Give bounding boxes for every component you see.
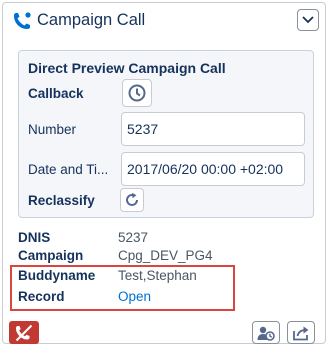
record-link[interactable]: Open [118,289,151,304]
dnis-value: 5237 [118,230,149,245]
collapse-button[interactable] [297,9,319,31]
agent-status-button[interactable] [252,321,280,344]
campaign-value: Cpg_DEV_PG4 [118,248,213,263]
phone-icon [11,10,33,32]
datetime-field[interactable] [121,152,305,186]
reclassify-label: Reclassify [28,193,95,208]
number-field[interactable] [121,112,305,146]
number-label: Number [28,122,77,137]
card-title: Direct Preview Campaign Call [28,60,226,76]
buddyname-value: Test,Stephan [118,268,197,283]
callback-button[interactable] [122,79,152,107]
hangup-button[interactable] [9,321,39,344]
buddyname-label: Buddyname [18,268,96,283]
callback-label: Callback [28,86,84,101]
dnis-label: DNIS [18,230,51,245]
campaign-label: Campaign [18,248,84,263]
datetime-label: Date and Ti... [28,162,109,177]
panel-title: Campaign Call [37,11,146,29]
person-clock-icon [257,326,275,341]
panel-header: Campaign Call [3,3,325,39]
preview-call-card: Direct Preview Campaign Call Callback Nu… [18,50,314,218]
record-label: Record [18,289,65,304]
chevron-down-icon [302,16,314,24]
campaign-call-panel: Campaign Call Direct Preview Campaign Ca… [2,2,326,344]
share-button[interactable] [287,321,315,344]
clock-icon [128,84,146,102]
hangup-icon [15,324,33,341]
refresh-icon [126,192,138,206]
reclassify-button[interactable] [120,188,144,212]
share-icon [293,326,309,340]
